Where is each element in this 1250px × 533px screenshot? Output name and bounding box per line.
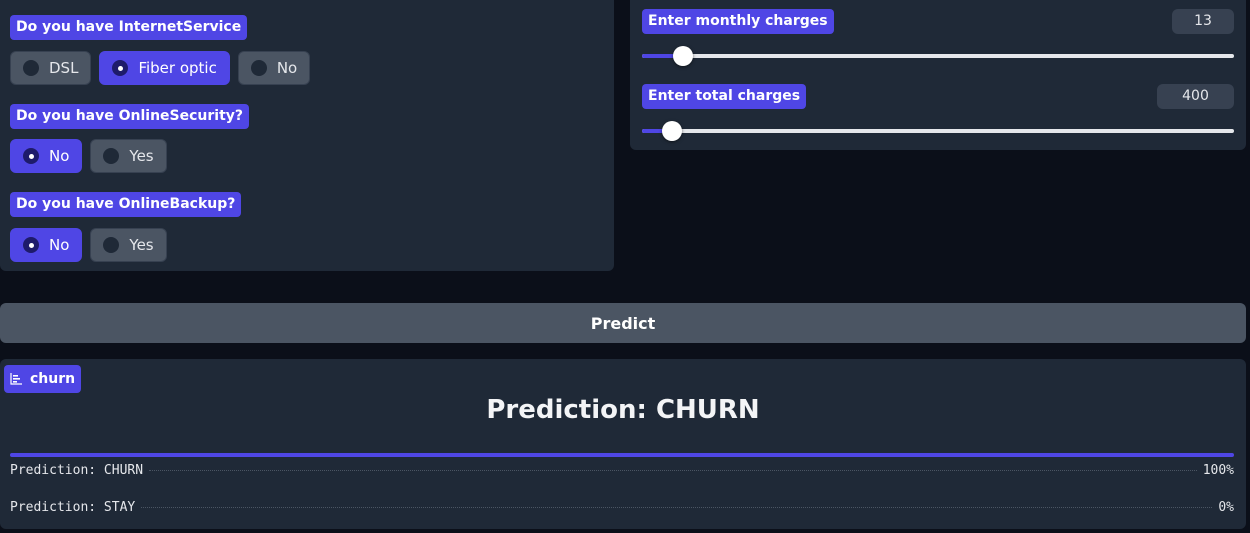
radio-dsl-label: DSL bbox=[49, 59, 79, 77]
monthly-slider-thumb[interactable] bbox=[673, 46, 694, 66]
predict-button[interactable]: Predict bbox=[0, 303, 1246, 343]
radio-circle-icon bbox=[103, 148, 120, 164]
radio-security-yes[interactable]: Yes bbox=[90, 139, 167, 173]
radio-no-internet-label: No bbox=[276, 59, 298, 77]
radio-circle-icon bbox=[250, 60, 267, 76]
radio-circle-icon bbox=[23, 148, 39, 164]
radio-security-yes-label: Yes bbox=[129, 147, 154, 165]
output-label-text: churn bbox=[30, 371, 76, 387]
radio-circle-icon bbox=[103, 237, 120, 253]
online-security-label: Do you have OnlineSecurity? bbox=[10, 104, 250, 129]
radio-circle-icon bbox=[23, 237, 39, 253]
dotted-leader bbox=[141, 507, 1213, 508]
confidence-bar bbox=[10, 453, 1234, 457]
dotted-leader bbox=[149, 470, 1197, 471]
confidence-row: Prediction: CHURN 100% bbox=[10, 463, 1234, 478]
prediction-heading: Prediction: CHURN bbox=[486, 395, 760, 425]
total-charges-label: Enter total charges bbox=[642, 84, 807, 109]
internet-service-label: Do you have InternetService bbox=[10, 15, 248, 40]
bar-chart-icon bbox=[10, 373, 22, 385]
monthly-charges-input[interactable]: 13 bbox=[1172, 9, 1234, 34]
left-form-panel: Do you have InternetService DSL Fiber op… bbox=[0, 0, 614, 271]
confidence-row-value: 100% bbox=[1202, 463, 1234, 478]
confidence-row-label: Prediction: CHURN bbox=[10, 463, 144, 478]
radio-backup-yes[interactable]: Yes bbox=[90, 228, 167, 262]
radio-no-internet[interactable]: No bbox=[237, 51, 311, 85]
radio-fiber-optic-label: Fiber optic bbox=[138, 59, 217, 77]
radio-security-no[interactable]: No bbox=[10, 139, 83, 173]
online-backup-radio-group: No Yes bbox=[10, 228, 167, 262]
monthly-charges-slider[interactable] bbox=[642, 46, 1234, 66]
output-panel: churn Prediction: CHURN Prediction: CHUR… bbox=[0, 359, 1246, 529]
confidence-row: Prediction: STAY 0% bbox=[10, 500, 1234, 515]
confidence-row-label: Prediction: STAY bbox=[10, 500, 136, 515]
radio-backup-no[interactable]: No bbox=[10, 228, 83, 262]
online-backup-label: Do you have OnlineBackup? bbox=[10, 192, 242, 217]
total-charges-slider[interactable] bbox=[642, 121, 1234, 141]
right-form-panel: Enter monthly charges 13 Enter total cha… bbox=[630, 0, 1246, 150]
total-slider-thumb[interactable] bbox=[661, 121, 682, 141]
total-charges-input[interactable]: 400 bbox=[1157, 84, 1234, 109]
monthly-charges-label: Enter monthly charges bbox=[642, 9, 834, 34]
online-security-radio-group: No Yes bbox=[10, 139, 167, 173]
radio-security-no-label: No bbox=[49, 147, 70, 165]
radio-backup-yes-label: Yes bbox=[129, 236, 154, 254]
confidence-row-value: 0% bbox=[1218, 500, 1234, 515]
radio-backup-no-label: No bbox=[49, 236, 70, 254]
radio-circle-icon bbox=[23, 60, 39, 76]
output-label: churn bbox=[4, 365, 82, 393]
internet-service-radio-group: DSL Fiber optic No bbox=[10, 51, 311, 85]
radio-circle-icon bbox=[112, 60, 129, 76]
radio-fiber-optic[interactable]: Fiber optic bbox=[99, 51, 230, 85]
radio-dsl[interactable]: DSL bbox=[10, 51, 92, 85]
